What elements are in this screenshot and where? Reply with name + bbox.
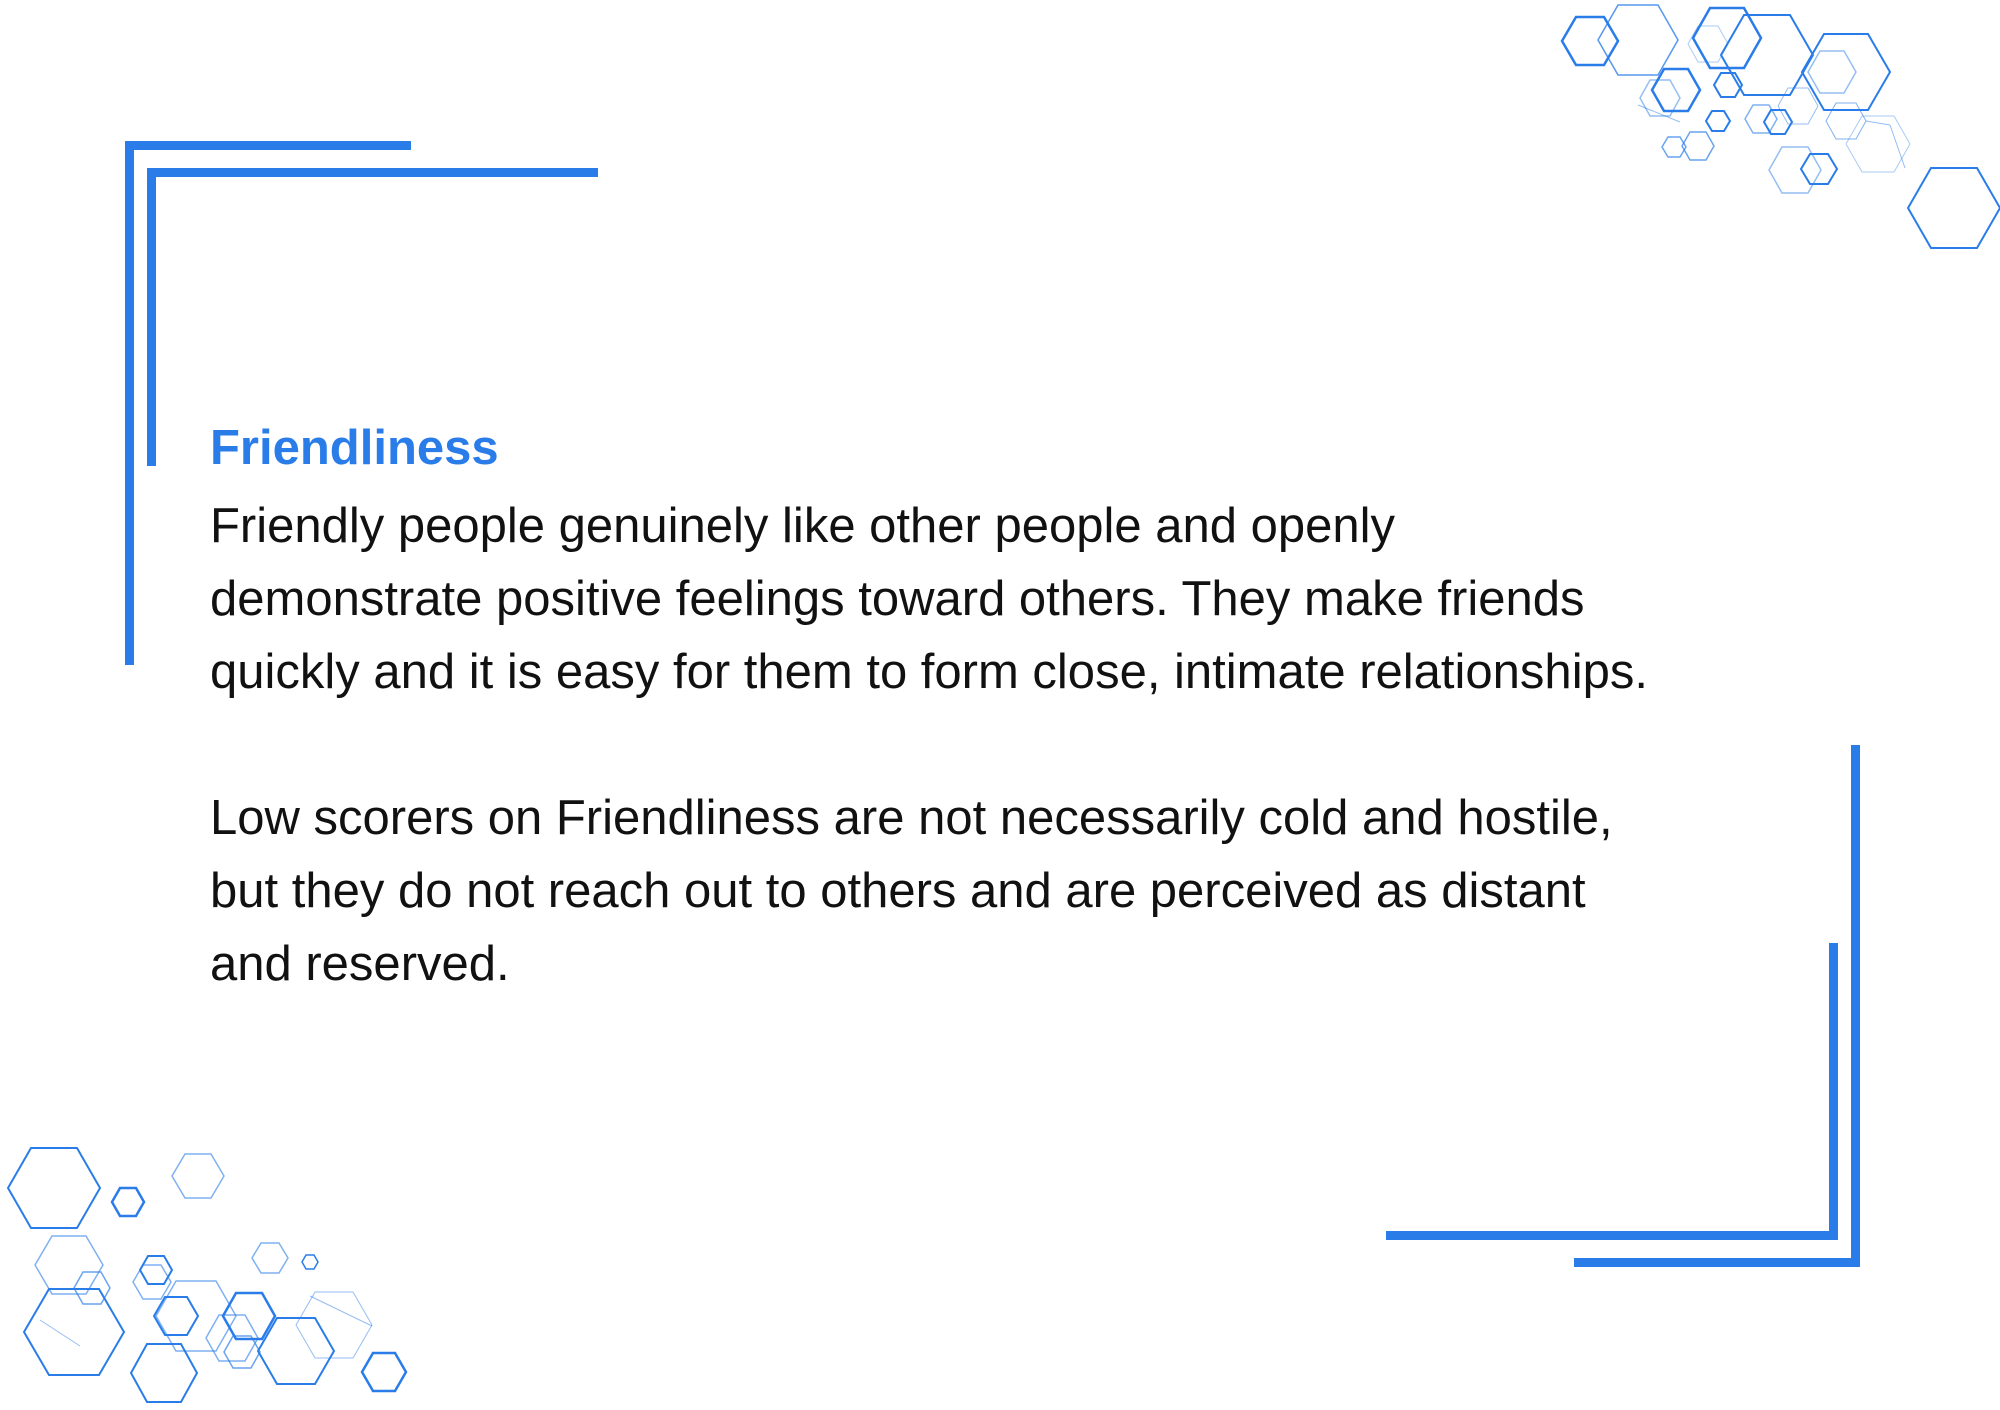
frame-line <box>125 141 411 150</box>
frame-line <box>1574 1258 1860 1267</box>
hexagon-pattern-icon <box>6 1147 408 1403</box>
hexagon-pattern-icon <box>1560 4 2000 249</box>
section-heading: Friendliness <box>210 421 499 475</box>
frame-line <box>125 141 134 665</box>
frame-line <box>147 168 598 177</box>
text-block: Friendliness Friendly people genuinely l… <box>210 418 1850 1001</box>
paragraph-description: Friendly people genuinely like other peo… <box>210 499 1648 699</box>
frame-line <box>147 168 156 466</box>
paragraph-low-scorers: Low scorers on Friendliness are not nece… <box>210 791 1613 991</box>
frame-line <box>1851 745 1860 1267</box>
frame-line <box>1386 1231 1838 1240</box>
